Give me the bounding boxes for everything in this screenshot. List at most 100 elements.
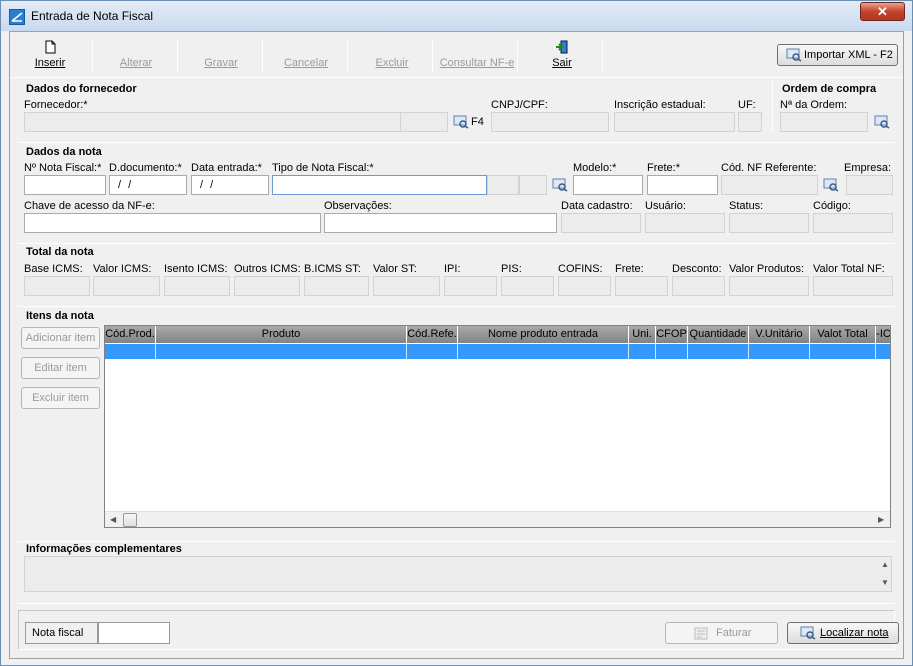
scroll-left-icon[interactable]: ◀: [110, 515, 116, 524]
grid-cell[interactable]: [458, 344, 629, 359]
lookup-icon[interactable]: [453, 115, 469, 129]
col-produto[interactable]: Produto: [156, 326, 407, 343]
col-ic[interactable]: -IC: [876, 326, 890, 343]
usuario-field[interactable]: [645, 213, 725, 233]
col-valot-total[interactable]: Valot Total: [810, 326, 876, 343]
cancelar-label: Cancelar: [283, 57, 329, 69]
ddocumento-value: / /: [118, 179, 134, 191]
ie-field[interactable]: [614, 112, 735, 132]
empresa-field[interactable]: [846, 175, 893, 195]
ipi-field[interactable]: [444, 276, 497, 296]
observacoes-field[interactable]: [324, 213, 557, 233]
grid-cell[interactable]: [810, 344, 876, 359]
gravar-button[interactable]: Gravar: [182, 32, 260, 76]
col-v-unitario[interactable]: V.Unitário: [749, 326, 810, 343]
numero-nota-field[interactable]: [24, 175, 106, 195]
chave-label: Chave de acesso da NF-e:: [24, 200, 155, 212]
valor-total-label: Valor Total NF:: [813, 263, 885, 275]
table-row[interactable]: [105, 344, 890, 359]
empresa-label: Empresa:: [844, 162, 892, 174]
datacad-field[interactable]: [561, 213, 641, 233]
scroll-right-icon[interactable]: ▶: [878, 515, 884, 524]
col-nome-produto-entrada[interactable]: Nome produto entrada: [458, 326, 629, 343]
ddocumento-field[interactable]: / /: [109, 175, 187, 195]
consultar-nfe-button[interactable]: Consultar NF-e: [436, 32, 518, 76]
uf-field[interactable]: [738, 112, 762, 132]
grid-cell[interactable]: [656, 344, 688, 359]
info-section-title: Informações complementares: [26, 543, 182, 555]
importar-xml-button[interactable]: Importar XML - F2: [777, 44, 898, 66]
grid-cell[interactable]: [688, 344, 749, 359]
status-field[interactable]: [729, 213, 809, 233]
valor-produtos-label: Valor Produtos:: [729, 263, 805, 275]
isento-icms-field[interactable]: [164, 276, 230, 296]
frete-field[interactable]: [647, 175, 718, 195]
scroll-thumb[interactable]: [123, 513, 137, 527]
col-cfop[interactable]: CFOP: [656, 326, 688, 343]
pis-field[interactable]: [501, 276, 554, 296]
valor-total-field[interactable]: [813, 276, 893, 296]
desconto-field[interactable]: [672, 276, 725, 296]
close-button[interactable]: ✕: [860, 2, 905, 21]
grid-cell[interactable]: [156, 344, 407, 359]
codigo-field[interactable]: [813, 213, 893, 233]
cofins-field[interactable]: [558, 276, 611, 296]
bicms-st-field[interactable]: [304, 276, 369, 296]
col-cod-prod[interactable]: Cód.Prod.: [105, 326, 156, 343]
horizontal-scrollbar[interactable]: ◀ ▶: [105, 511, 890, 527]
inserir-label: Inserir: [34, 57, 66, 69]
lookup-icon[interactable]: [823, 178, 839, 192]
fornecedor-code-field[interactable]: [400, 112, 448, 132]
fornecedor-field[interactable]: [24, 112, 448, 132]
dentrada-field[interactable]: / /: [191, 175, 269, 195]
items-grid[interactable]: Cód.Prod. Produto Cód.Refe. Nome produto…: [104, 325, 891, 528]
scroll-up-icon[interactable]: ▲: [881, 560, 889, 569]
excluir-button[interactable]: Excluir: [352, 32, 432, 76]
nota-fiscal-field[interactable]: [98, 622, 170, 644]
divider: [18, 306, 895, 307]
outros-icms-field[interactable]: [234, 276, 300, 296]
lookup-icon[interactable]: [874, 115, 890, 129]
tipo-nota-field[interactable]: [272, 175, 487, 195]
col-cod-refe[interactable]: Cód.Refe.: [407, 326, 458, 343]
tipo-nota-extra-field[interactable]: [519, 175, 547, 195]
excluir-item-button[interactable]: Excluir item: [21, 387, 100, 409]
lookup-icon[interactable]: [552, 178, 568, 192]
scroll-down-icon[interactable]: ▼: [881, 578, 889, 587]
alterar-button[interactable]: Alterar: [98, 32, 174, 76]
cnpj-field[interactable]: [491, 112, 609, 132]
localizar-nota-button[interactable]: Localizar nota: [787, 622, 899, 644]
adicionar-item-button[interactable]: Adicionar item: [21, 327, 100, 349]
editar-item-button[interactable]: Editar item: [21, 357, 100, 379]
modelo-field[interactable]: [573, 175, 643, 195]
ordem-numero-field[interactable]: [780, 112, 868, 132]
nota-fiscal-label: Nota fiscal: [25, 622, 98, 644]
valor-produtos-field[interactable]: [729, 276, 809, 296]
chave-field[interactable]: [24, 213, 321, 233]
grid-cell[interactable]: [105, 344, 156, 359]
app-icon: [9, 9, 25, 25]
frete-total-field[interactable]: [615, 276, 668, 296]
base-icms-field[interactable]: [24, 276, 90, 296]
valor-icms-field[interactable]: [93, 276, 160, 296]
cancelar-button[interactable]: Cancelar: [266, 32, 346, 76]
observacoes-label: Observações:: [324, 200, 392, 212]
excluir-label: Excluir: [375, 57, 409, 69]
grid-cell[interactable]: [749, 344, 810, 359]
fornecedor-section-title: Dados do fornecedor: [26, 83, 137, 95]
nota-section-title: Dados da nota: [26, 146, 102, 158]
grid-cell[interactable]: [629, 344, 656, 359]
grid-cell[interactable]: [407, 344, 458, 359]
usuario-label: Usuário:: [645, 200, 686, 212]
col-uni[interactable]: Uni.: [629, 326, 656, 343]
tipo-nota-code-field[interactable]: [487, 175, 519, 195]
sair-button[interactable]: Sair: [522, 32, 602, 76]
codref-field[interactable]: [721, 175, 818, 195]
info-complementares-field[interactable]: ▲ ▼: [24, 556, 892, 592]
faturar-button[interactable]: Faturar: [665, 622, 778, 644]
ddocumento-label: D.documento:*: [109, 162, 182, 174]
modelo-label: Modelo:*: [573, 162, 617, 174]
valor-st-field[interactable]: [373, 276, 440, 296]
col-quantidade[interactable]: Quantidade: [688, 326, 749, 343]
inserir-button[interactable]: Inserir: [14, 32, 86, 76]
